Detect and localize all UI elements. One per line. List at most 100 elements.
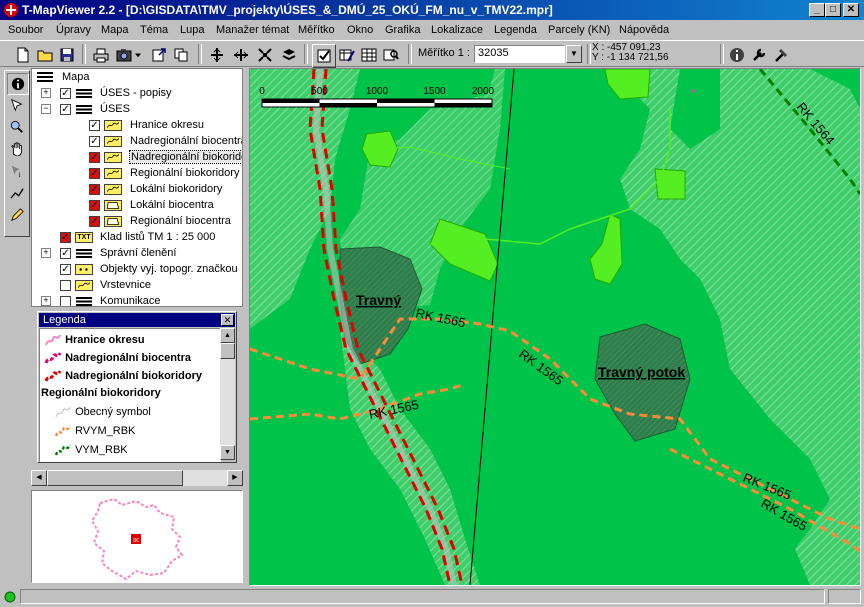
- zoom-extent-button[interactable]: [254, 44, 276, 66]
- query-icon: [383, 49, 399, 61]
- table-button[interactable]: [358, 44, 380, 66]
- measure-tool[interactable]: [7, 183, 27, 203]
- scalebar-tick-label: 500: [311, 86, 328, 97]
- expand-toggle[interactable]: +: [41, 248, 51, 258]
- status-light-icon: [4, 591, 16, 603]
- scroll-thumb[interactable]: [220, 343, 235, 359]
- scroll-left-button[interactable]: ◀: [31, 470, 47, 486]
- hammer-icon: [775, 49, 787, 62]
- menu-soubor[interactable]: Soubor: [8, 24, 43, 36]
- menu-grafika[interactable]: Grafika: [385, 24, 420, 36]
- menu-lupa[interactable]: Lupa: [180, 24, 204, 36]
- tree-item-nadregionalni-biocentra[interactable]: ✓ Nadregionální biocentra: [32, 133, 242, 149]
- zoom-layer-button[interactable]: [278, 44, 300, 66]
- scale-input[interactable]: 32035: [474, 45, 565, 63]
- tree-item-uses-popisy[interactable]: + ✓ ÚSES - popisy: [32, 85, 242, 101]
- scroll-down-button[interactable]: ▼: [220, 445, 235, 460]
- expand-toggle[interactable]: +: [41, 88, 51, 98]
- layer-checkbox[interactable]: ✓: [60, 264, 71, 275]
- layer-checkbox[interactable]: ✓: [60, 104, 71, 115]
- tree-item-lokalni-biokoridory[interactable]: ✓ Lokální biokoridory: [32, 181, 242, 197]
- tree-item-klad-listu[interactable]: ✓ TXT Klad listů TM 1 : 25 000: [32, 229, 242, 245]
- menu-mapa[interactable]: Mapa: [101, 24, 129, 36]
- copy-button[interactable]: [170, 44, 192, 66]
- info-button[interactable]: [726, 44, 748, 66]
- layer-checkbox[interactable]: ✓: [89, 120, 100, 131]
- edit-table-button[interactable]: [336, 44, 358, 66]
- tree-item-objekty[interactable]: ✓ Objekty vyj. topogr. značkou: [32, 261, 242, 277]
- layer-checkbox[interactable]: ✓: [60, 232, 71, 243]
- layer-checkbox[interactable]: ✓: [60, 248, 71, 259]
- info-tool[interactable]: [7, 73, 29, 95]
- tree-item-uses[interactable]: − ✓ ÚSES: [32, 101, 242, 117]
- menu-manazer-temat[interactable]: Manažer témat: [216, 24, 289, 36]
- tree-item-hranice-okresu[interactable]: ✓ Hranice okresu: [32, 117, 242, 133]
- expand-toggle[interactable]: +: [41, 296, 51, 306]
- menu-upravy[interactable]: Úpravy: [56, 24, 91, 36]
- tree-item-vrstevnice[interactable]: Vrstevnice: [32, 277, 242, 293]
- draw-tool[interactable]: [7, 205, 27, 225]
- tile-horizontal-button[interactable]: [230, 44, 252, 66]
- menu-napoveda[interactable]: Nápověda: [619, 24, 669, 36]
- maximize-button[interactable]: □: [825, 3, 841, 17]
- tree-item-regionalni-biokoridory[interactable]: ✓ Regionální biokoridory: [32, 165, 242, 181]
- tree-hscrollbar[interactable]: ◀ ▶: [31, 470, 243, 486]
- legend-titlebar[interactable]: Legenda ✕: [39, 313, 235, 327]
- layer-checkbox[interactable]: ✓: [89, 168, 100, 179]
- pan-tool[interactable]: [7, 139, 27, 159]
- save-button[interactable]: [56, 44, 78, 66]
- export-button[interactable]: [148, 44, 170, 66]
- tree-item-komunikace[interactable]: + Komunikace: [32, 293, 242, 306]
- layer-checkbox[interactable]: ✓: [89, 136, 100, 147]
- legend-close-button[interactable]: ✕: [221, 314, 234, 326]
- legend-scrollbar[interactable]: ▲ ▼: [220, 328, 235, 460]
- menu-tema[interactable]: Téma: [140, 24, 168, 36]
- minimize-button[interactable]: _: [809, 3, 825, 17]
- tree-item-regionalni-biocentra[interactable]: ✓ Regionální biocentra: [32, 213, 242, 229]
- tools-button[interactable]: [770, 44, 792, 66]
- collapse-toggle[interactable]: −: [41, 104, 51, 114]
- layer-checkbox[interactable]: ✓: [89, 216, 100, 227]
- select-tool[interactable]: [7, 95, 27, 115]
- overview-map[interactable]: 8€: [31, 490, 243, 583]
- left-toolstrip: i: [4, 70, 30, 237]
- toolbar-separator: [198, 44, 202, 64]
- export-icon: [152, 48, 166, 62]
- scroll-up-button[interactable]: ▲: [220, 328, 235, 343]
- layer-checkbox[interactable]: [60, 280, 71, 291]
- tree-item-nadregionalni-biokoridory[interactable]: ✓ Nadregionální biokorido: [32, 149, 242, 165]
- menu-legenda[interactable]: Legenda: [494, 24, 537, 36]
- layer-checkbox[interactable]: ✓: [60, 88, 71, 99]
- legend-label: Nadregionální biokoridory: [65, 369, 202, 382]
- layer-checkbox[interactable]: ✓: [89, 152, 100, 163]
- layer-checkbox[interactable]: ✓: [89, 184, 100, 195]
- map-canvas[interactable]: 0 500 1000 1500 2000 Travný Travný potok…: [249, 68, 861, 586]
- checklist-button[interactable]: [312, 44, 336, 68]
- new-file-icon: [17, 47, 29, 63]
- scale-dropdown[interactable]: ▼: [566, 45, 582, 63]
- layer-checkbox[interactable]: ✓: [89, 200, 100, 211]
- overview-outline: 8€: [90, 497, 184, 581]
- tree-item-label: Nadregionální biocentra: [130, 135, 243, 147]
- open-button[interactable]: [34, 44, 56, 66]
- query-button[interactable]: [380, 44, 402, 66]
- identify-tool[interactable]: i: [7, 161, 27, 181]
- menu-meritko[interactable]: Měřítko: [298, 24, 335, 36]
- print-button[interactable]: [90, 44, 112, 66]
- tree-item-lokalni-biocentra[interactable]: ✓ Lokální biocentra: [32, 197, 242, 213]
- menu-okno[interactable]: Okno: [347, 24, 373, 36]
- text-layer-icon: TXT: [75, 232, 93, 243]
- new-file-button[interactable]: [12, 44, 34, 66]
- camera-dropdown[interactable]: [132, 44, 144, 66]
- scroll-thumb[interactable]: [47, 470, 183, 486]
- layer-checkbox[interactable]: [60, 296, 71, 306]
- zoom-tool[interactable]: [7, 117, 27, 137]
- scroll-right-button[interactable]: ▶: [227, 470, 243, 486]
- menu-lokalizace[interactable]: Lokalizace: [431, 24, 483, 36]
- wrench-button[interactable]: [748, 44, 770, 66]
- menu-parcely[interactable]: Parcely (KN): [548, 24, 610, 36]
- close-button[interactable]: ✕: [843, 3, 859, 17]
- scale-label: Měřítko 1 :: [418, 47, 470, 59]
- tile-vertical-button[interactable]: [206, 44, 228, 66]
- tree-item-spravni-cleneni[interactable]: + ✓ Správní členění: [32, 245, 242, 261]
